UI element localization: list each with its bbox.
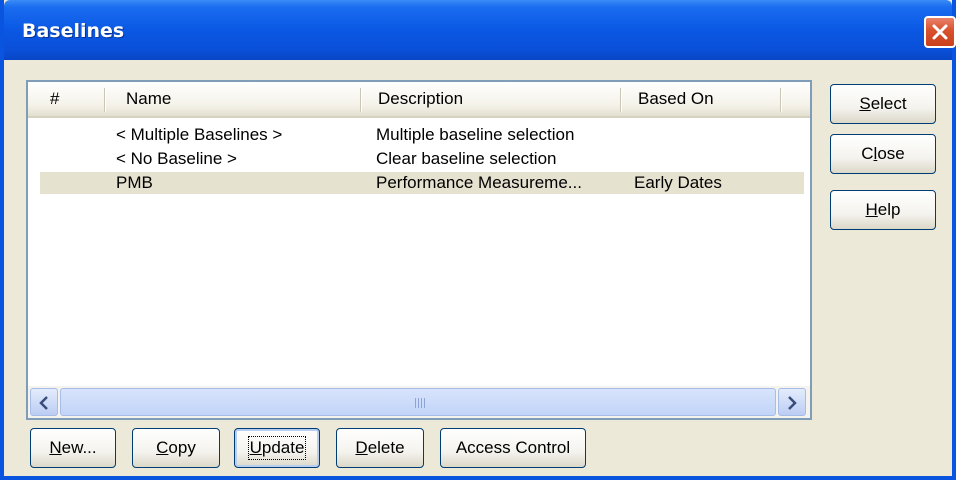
help-mnemonic: H — [865, 200, 878, 219]
close-x-icon — [932, 24, 948, 40]
delete-button[interactable]: Delete — [336, 428, 424, 468]
select-button[interactable]: Select — [830, 84, 936, 124]
column-divider[interactable] — [620, 88, 622, 112]
row-name: PMB — [116, 173, 153, 192]
close-label: ose — [877, 144, 905, 163]
baselines-list[interactable]: # Name Description Based On < Multiple B… — [26, 80, 812, 420]
select-label: elect — [870, 94, 907, 113]
update-mnemonic: U — [249, 438, 262, 457]
delete-mnemonic: D — [355, 438, 368, 457]
row-name: < Multiple Baselines > — [116, 125, 283, 144]
help-button[interactable]: Help — [830, 190, 936, 230]
window-title: Baselines — [22, 20, 125, 42]
new-mnemonic: N — [49, 438, 62, 457]
horizontal-scrollbar[interactable] — [28, 386, 810, 418]
close-label-start: C — [861, 144, 874, 163]
close-window-button[interactable] — [924, 16, 956, 48]
delete-label: elete — [367, 438, 405, 457]
row-based-on: Early Dates — [634, 173, 722, 192]
column-divider[interactable] — [360, 88, 362, 112]
new-button[interactable]: New... — [30, 428, 116, 468]
help-label: elp — [877, 200, 901, 219]
title-bar[interactable]: Baselines — [4, 0, 956, 60]
row-name: < No Baseline > — [116, 149, 237, 168]
grip-icon — [415, 398, 427, 408]
list-header: # Name Description Based On — [28, 82, 810, 118]
baselines-dialog: Baselines # Name Description Based On < … — [0, 0, 956, 480]
access-control-label: Access Control — [455, 438, 571, 457]
row-description: Multiple baseline selection — [376, 125, 575, 144]
scroll-right-button[interactable] — [778, 388, 806, 416]
copy-label: opy — [168, 438, 196, 457]
update-label: pdate — [261, 438, 305, 457]
arrow-right-icon — [788, 396, 797, 410]
row-description: Performance Measureme... — [376, 173, 582, 192]
copy-button[interactable]: Copy — [132, 428, 220, 468]
column-header-name[interactable]: Name — [126, 82, 171, 116]
table-row[interactable]: < No Baseline > Clear baseline selection — [40, 148, 804, 170]
scroll-left-button[interactable] — [30, 388, 58, 416]
close-button[interactable]: Close — [830, 134, 936, 174]
copy-mnemonic: C — [156, 438, 169, 457]
scrollbar-thumb[interactable] — [60, 388, 776, 416]
column-divider[interactable] — [104, 88, 106, 112]
table-row-selected[interactable]: PMB Performance Measureme... Early Dates — [40, 172, 804, 194]
update-button[interactable]: Update — [234, 428, 320, 468]
column-divider[interactable] — [780, 88, 782, 112]
select-mnemonic: S — [859, 94, 871, 113]
table-row[interactable]: < Multiple Baselines > Multiple baseline… — [40, 124, 804, 146]
arrow-left-icon — [39, 396, 48, 410]
access-control-button[interactable]: Access Control — [440, 428, 586, 468]
column-header-description[interactable]: Description — [378, 82, 463, 116]
column-header-number[interactable]: # — [50, 82, 59, 116]
row-description: Clear baseline selection — [376, 149, 557, 168]
new-label: ew... — [61, 438, 97, 457]
column-header-based-on[interactable]: Based On — [638, 82, 714, 116]
